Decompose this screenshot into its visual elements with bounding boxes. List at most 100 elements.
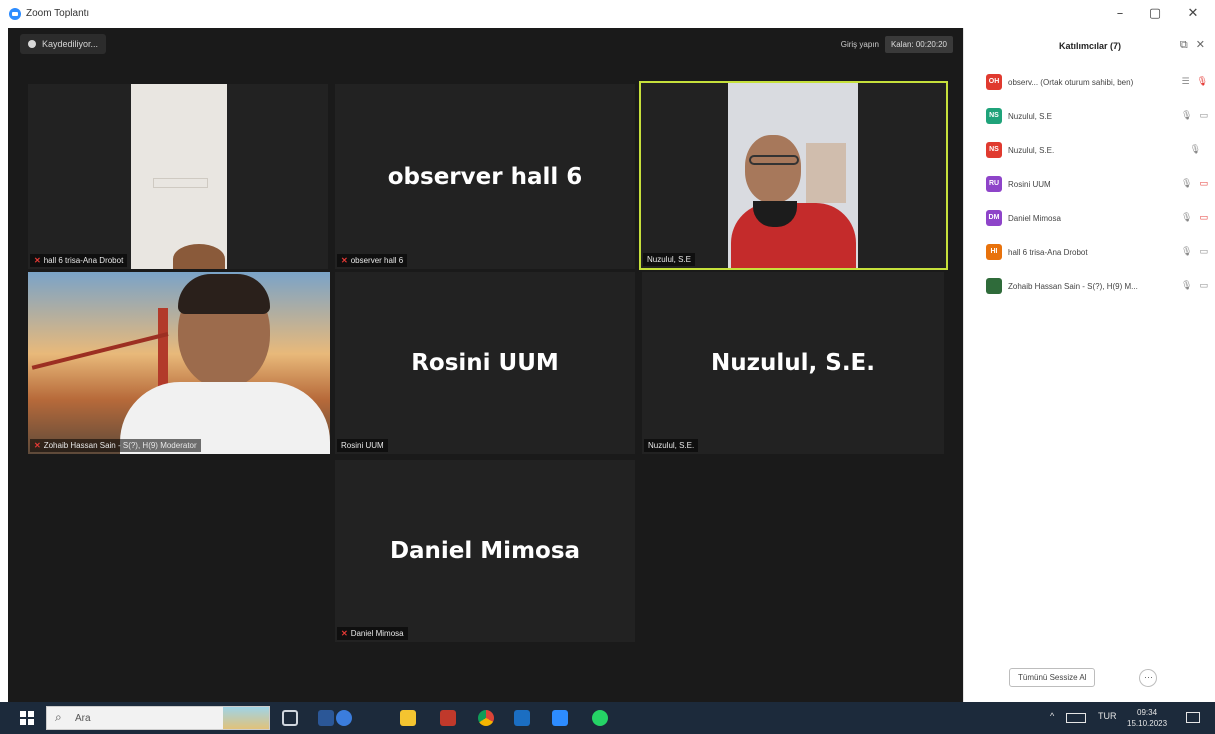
taskbar-search[interactable]: ⌕ Ara — [46, 706, 270, 730]
tile-name-tag: ✕ Zohaib Hassan Sain - S(?), H(9) Modera… — [30, 439, 201, 452]
participant-name: Daniel Mimosa — [1008, 213, 1061, 223]
participant-row[interactable]: RU Rosini UUM 🎙 ▭ — [986, 174, 1208, 194]
tile-name-tag: ✕ observer hall 6 — [337, 254, 408, 267]
minimize-button[interactable]: – — [1105, 4, 1135, 24]
participant-name: Zohaib Hassan Sain - S(?), H(9) M... — [1008, 281, 1138, 291]
mic-icon[interactable]: 🎙 — [1181, 281, 1192, 291]
word-icon[interactable] — [318, 710, 334, 726]
participant-row[interactable]: NS Nuzulul, S.E 🎙 ▭ — [986, 106, 1208, 126]
camera-icon[interactable]: 🎙 — [1197, 77, 1208, 87]
glasses — [749, 155, 799, 165]
recording-indicator[interactable]: Kaydediliyor... — [20, 34, 107, 54]
whatsapp-icon[interactable] — [592, 710, 608, 726]
panel-footer: Tümünü Sessize Al ··· — [1009, 668, 1158, 687]
participant-avatar: OH — [986, 74, 1002, 90]
participant-row[interactable]: Zohaib Hassan Sain - S(?), H(9) M... 🎙 ▭ — [986, 276, 1208, 296]
participant-row[interactable]: HI hall 6 trisa-Ana Drobot 🎙 ▭ — [986, 242, 1208, 262]
tray-overflow-icon[interactable]: ^ — [1050, 711, 1054, 721]
task-view-icon[interactable] — [282, 710, 298, 726]
tile-display-name: Nuzulul, S.E. — [710, 350, 876, 376]
recording-label: Kaydediliyor... — [42, 39, 99, 49]
tile-name: Nuzulul, S.E. — [648, 441, 695, 450]
camera-icon[interactable]: ▭ — [1199, 213, 1208, 223]
room-shelf — [806, 143, 846, 203]
popout-icon[interactable]: ⧉ — [1180, 38, 1188, 52]
search-highlight-image — [223, 707, 269, 729]
tile-name: hall 6 trisa-Ana Drobot — [43, 256, 124, 265]
zoom-app-icon — [9, 8, 21, 20]
mic-icon[interactable]: 🎙 — [1181, 247, 1192, 257]
video-tile-zohaib[interactable]: ✕ Zohaib Hassan Sain - S(?), H(9) Modera… — [28, 272, 330, 454]
tile-display-name: Daniel Mimosa — [389, 538, 581, 564]
tile-name-tag: Rosini UUM — [337, 439, 388, 452]
camera-icon[interactable]: ▭ — [1199, 281, 1208, 291]
file-explorer-icon[interactable] — [400, 710, 416, 726]
more-options-button[interactable]: ··· — [1139, 668, 1158, 687]
camera-icon[interactable]: ▭ — [1199, 111, 1208, 121]
video-tile-nuzulul-active[interactable]: Nuzulul, S.E — [639, 81, 948, 270]
tile-name-tag: Nuzulul, S.E — [643, 253, 696, 266]
participant-row[interactable]: NS Nuzulul, S.E. 🎙 — [986, 140, 1208, 160]
tile-name: observer hall 6 — [350, 256, 404, 265]
windows-start-icon[interactable] — [20, 711, 34, 725]
video-tile-observer[interactable]: observer hall 6 ✕ observer hall 6 — [335, 84, 635, 269]
window-title: Zoom Toplantı — [26, 8, 90, 19]
participant-avatar: DM — [986, 210, 1002, 226]
keyboard-icon[interactable] — [1066, 713, 1086, 723]
participant-status-icons: 🎙 — [1180, 145, 1208, 155]
participant-name: Nuzulul, S.E — [1008, 111, 1053, 121]
camera-icon[interactable]: ▭ — [1199, 247, 1208, 257]
meeting-gallery: Kaydediliyor... Giriş yapın Kalan: 00:20… — [8, 28, 963, 702]
clock-date: 15.10.2023 — [1127, 719, 1168, 728]
search-placeholder: Ara — [75, 713, 91, 724]
close-button[interactable]: ✕ — [1178, 4, 1208, 24]
mic-icon[interactable]: ☰ — [1181, 77, 1189, 87]
remaining-time-badge: Kalan: 00:20:20 — [884, 36, 953, 53]
muted-mic-icon: ✕ — [34, 441, 41, 450]
tile-name: Zohaib Hassan Sain - S(?), H(9) Moderato… — [43, 441, 197, 450]
participant-status-icons: 🎙 ▭ — [1180, 281, 1208, 291]
close-panel-icon[interactable]: ✕ — [1196, 38, 1205, 52]
sign-in-link[interactable]: Giriş yapın — [841, 40, 879, 49]
person-head — [173, 244, 225, 269]
record-dot-icon — [28, 40, 36, 48]
participant-row[interactable]: OH observ... (Ortak oturum sahibi, ben) ☰ 🎙 — [986, 72, 1208, 92]
tile-name: Daniel Mimosa — [350, 629, 404, 638]
windows-taskbar: ⌕ Ara ^ TUR 09:34 15.10.2023 — [0, 702, 1215, 734]
panel-title: Katılımcılar (7) — [1058, 41, 1122, 51]
tile-name: Rosini UUM — [341, 441, 384, 450]
pdf-reader-icon[interactable] — [440, 710, 456, 726]
system-clock[interactable]: 09:34 15.10.2023 — [1127, 707, 1167, 729]
video-tile-rosini[interactable]: Rosini UUM Rosini UUM — [335, 272, 635, 454]
telegram-icon[interactable] — [336, 710, 352, 726]
video-tile-nuzulul[interactable]: Nuzulul, S.E. Nuzulul, S.E. — [642, 272, 944, 454]
mute-all-button[interactable]: Tümünü Sessize Al — [1009, 668, 1096, 687]
clock-time: 09:34 — [1137, 708, 1158, 717]
zoom-taskbar-icon[interactable] — [552, 710, 568, 726]
chrome-icon[interactable] — [478, 710, 494, 726]
maximize-button[interactable]: ▢ — [1140, 4, 1170, 24]
tile-display-name: observer hall 6 — [387, 163, 583, 190]
tile-display-name: Rosini UUM — [411, 350, 559, 376]
participants-panel: Katılımcılar (7) ⧉ ✕ OH observ... (Ortak … — [963, 28, 1215, 702]
muted-mic-icon: ✕ — [34, 256, 41, 265]
participant-name: Nuzulul, S.E. — [1008, 145, 1055, 155]
participant-row[interactable]: DM Daniel Mimosa 🎙 ▭ — [986, 208, 1208, 228]
tile-name-tag: ✕ Daniel Mimosa — [337, 627, 408, 640]
participant-status-icons: 🎙 ▭ — [1180, 213, 1208, 223]
person-hair — [178, 274, 270, 314]
participant-name: hall 6 trisa-Ana Drobot — [1008, 247, 1088, 257]
mic-icon[interactable]: 🎙 — [1190, 145, 1201, 155]
person-face — [745, 135, 801, 203]
video-tile-hall6[interactable]: ✕ hall 6 trisa-Ana Drobot — [28, 84, 328, 269]
notifications-icon[interactable] — [1186, 712, 1200, 723]
participant-name: Rosini UUM — [1008, 179, 1051, 189]
mic-icon[interactable]: 🎙 — [1181, 179, 1192, 189]
video-tile-daniel[interactable]: Daniel Mimosa ✕ Daniel Mimosa — [335, 460, 635, 642]
mic-icon[interactable]: 🎙 — [1181, 111, 1192, 121]
participant-avatar: RU — [986, 176, 1002, 192]
notes-app-icon[interactable] — [514, 710, 530, 726]
language-indicator[interactable]: TUR — [1098, 711, 1117, 721]
mic-icon[interactable]: 🎙 — [1181, 213, 1192, 223]
camera-icon[interactable]: ▭ — [1199, 179, 1208, 189]
